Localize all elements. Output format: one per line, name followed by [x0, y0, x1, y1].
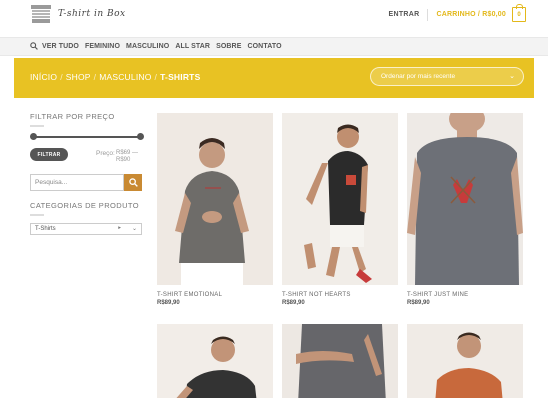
- search-icon: [128, 178, 138, 187]
- header-divider: [427, 8, 429, 21]
- price-label: Preço:: [96, 150, 115, 157]
- product-name[interactable]: T-SHIRT EMOTIONAL: [157, 292, 273, 298]
- cart-link[interactable]: CARRINHO / R$0,00: [436, 11, 506, 18]
- nav-item-ver-tudo[interactable]: VER TUDO: [42, 43, 79, 50]
- divider: [30, 214, 44, 216]
- search-button[interactable]: [124, 174, 142, 191]
- breadcrumb-inicio[interactable]: INÍCIO: [30, 72, 57, 82]
- search-input[interactable]: Pesquisa...: [30, 174, 124, 191]
- category-count: ▸: [118, 225, 121, 231]
- breadcrumb-separator: /: [93, 72, 97, 82]
- product-image[interactable]: [407, 113, 523, 285]
- cart-bag-icon[interactable]: 0: [512, 4, 526, 22]
- nav-item-all-star[interactable]: ALL STAR: [175, 43, 210, 50]
- logo-text: T-shirt in Box: [58, 9, 126, 19]
- price-min-handle[interactable]: [30, 133, 37, 140]
- price-filter-row: FILTRAR Preço: R$69 — R$90: [30, 146, 144, 168]
- categories-title: CATEGORIAS DE PRODUTO: [30, 201, 139, 210]
- product-card[interactable]: T-SHIRT NOT HEARTS R$89,90: [282, 113, 398, 306]
- header-actions: ENTRAR CARRINHO / R$0,00 0: [389, 4, 526, 22]
- nav-item-sobre[interactable]: SOBRE: [216, 43, 241, 50]
- search-icon[interactable]: [30, 41, 38, 52]
- price-range: R$69 — R$90: [116, 150, 139, 163]
- product-card[interactable]: [407, 324, 523, 398]
- product-name[interactable]: T-SHIRT NOT HEARTS: [282, 292, 398, 298]
- order-by-value: Ordenar por mais recente: [381, 73, 456, 80]
- nav-item-contato[interactable]: CONTATO: [247, 43, 281, 50]
- category-selected: T-Shirts: [35, 226, 56, 232]
- order-by-select[interactable]: Ordenar por mais recente ⌄: [370, 67, 524, 86]
- product-price: R$89,90: [157, 300, 180, 306]
- product-card[interactable]: T-SHIRT EMOTIONAL R$89,90: [157, 113, 273, 306]
- box-logo-icon: [30, 4, 52, 24]
- breadcrumb-shop[interactable]: SHOP: [66, 72, 91, 82]
- product-image[interactable]: [282, 113, 398, 285]
- site-logo[interactable]: T-shirt in Box: [30, 4, 126, 24]
- price-slider[interactable]: [30, 132, 144, 142]
- product-price: R$89,90: [282, 300, 305, 306]
- price-filter-title: FILTRAR POR PREÇO: [30, 112, 115, 121]
- nav-item-masculino[interactable]: MASCULINO: [126, 43, 169, 50]
- product-image[interactable]: [157, 324, 273, 398]
- main-nav: VER TUDO FEMININO MASCULINO ALL STAR SOB…: [0, 37, 548, 56]
- product-image[interactable]: [407, 324, 523, 398]
- price-max-handle[interactable]: [137, 133, 144, 140]
- breadcrumb-masculino[interactable]: MASCULINO: [99, 72, 151, 82]
- chevron-down-icon: ⌄: [509, 73, 515, 80]
- price-slider-track: [33, 136, 141, 138]
- login-link[interactable]: ENTRAR: [389, 11, 420, 18]
- breadcrumb-separator: /: [154, 72, 158, 82]
- breadcrumb-current: T-SHIRTS: [160, 72, 201, 82]
- category-header: INÍCIO / SHOP / MASCULINO / T-SHIRTS Ordenar p…: [14, 58, 534, 98]
- filter-button[interactable]: FILTRAR: [30, 148, 68, 161]
- product-image[interactable]: [157, 113, 273, 285]
- product-card[interactable]: [157, 324, 273, 398]
- chevron-down-icon: ⌄: [131, 226, 137, 232]
- product-price: R$89,90: [407, 300, 430, 306]
- nav-item-feminino[interactable]: FEMININO: [85, 43, 120, 50]
- breadcrumb-separator: /: [60, 72, 63, 82]
- product-name[interactable]: T-SHIRT JUST MINE: [407, 292, 523, 298]
- category-select[interactable]: T-Shirts ▸ ⌄: [30, 223, 142, 235]
- shop-sidebar: FILTRAR POR PREÇO FILTRAR Preço: R$69 — …: [30, 112, 144, 235]
- product-image[interactable]: [282, 324, 398, 398]
- cart-count: 0: [517, 11, 521, 18]
- site-header: T-shirt in Box ENTRAR CARRINHO / R$0,00 …: [0, 0, 548, 34]
- product-card[interactable]: [282, 324, 398, 398]
- product-search: Pesquisa...: [30, 174, 142, 191]
- product-card[interactable]: T-SHIRT JUST MINE R$89,90: [407, 113, 523, 306]
- divider: [30, 125, 44, 127]
- breadcrumb: INÍCIO / SHOP / MASCULINO / T-SHIRTS: [30, 72, 200, 82]
